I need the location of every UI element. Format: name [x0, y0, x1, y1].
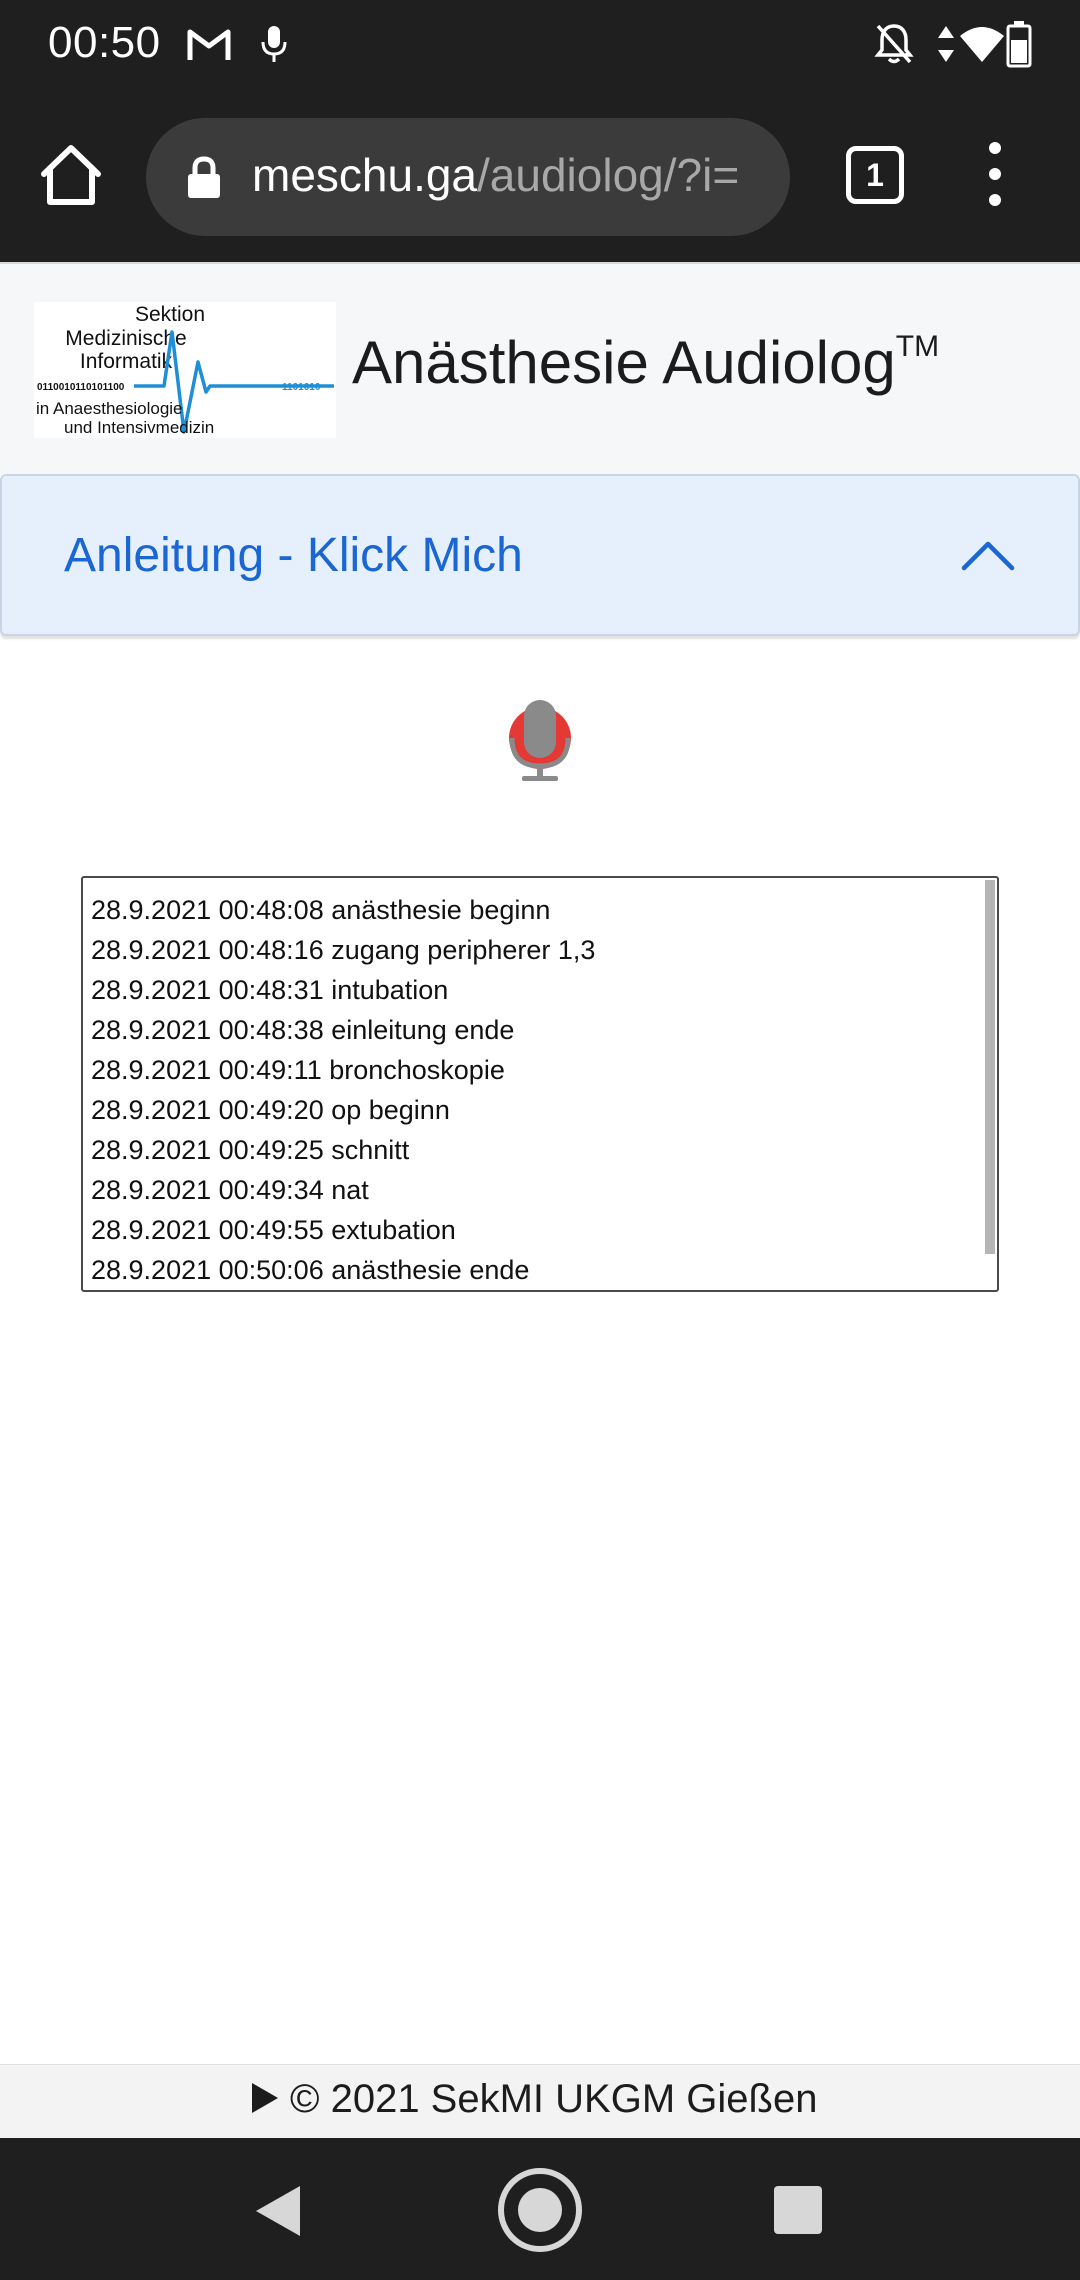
url-text: meschu.ga/audiolog/?i=: [252, 148, 739, 202]
log-entry: 28.9.2021 00:49:20 op beginn: [91, 1095, 450, 1125]
browser-toolbar: meschu.ga/audiolog/?i= 1: [0, 90, 1080, 262]
footer-summary[interactable]: © 2021 SekMI UKGM Gießen: [252, 2077, 817, 2122]
logo-line3: Informatik: [80, 350, 173, 373]
page-header: Sektion Medizinische Informatik 01100101…: [0, 262, 1080, 476]
tab-switcher-button[interactable]: 1: [846, 146, 904, 204]
trademark-mark: TM: [895, 330, 940, 363]
log-entry: 28.9.2021 00:48:08 anästhesie beginn: [91, 895, 551, 925]
log-entry: 28.9.2021 00:48:16 zugang peripherer 1,3: [91, 935, 596, 965]
battery-icon: [1006, 21, 1032, 68]
notifications-off-icon: [874, 24, 914, 64]
log-entry: 28.9.2021 00:50:06 anästhesie ende: [91, 1255, 530, 1285]
log-entry: 28.9.2021 00:48:31 intubation: [91, 975, 449, 1005]
log-entry: 28.9.2021 00:49:11 bronchoskopie: [91, 1055, 505, 1085]
disclosure-triangle-icon: [252, 2083, 278, 2114]
url-path: /audiolog/?i=: [477, 149, 740, 201]
back-icon[interactable]: [254, 2184, 302, 2238]
system-nav-bar: [0, 2138, 1080, 2280]
log-entry: 28.9.2021 00:49:34 nat: [91, 1175, 369, 1205]
instructions-accordion[interactable]: Anleitung - Klick Mich: [0, 474, 1080, 636]
logo-line4: in Anaesthesiologie: [36, 399, 183, 418]
gmail-icon: [187, 29, 231, 60]
logo-line1: Sektion: [135, 303, 205, 326]
audio-log-textarea[interactable]: 28.9.2021 00:48:08 anästhesie beginn 28.…: [81, 876, 999, 1292]
logo-binary-left: 0110010110101100: [37, 382, 125, 393]
status-bar: 00:50: [0, 0, 1080, 90]
more-options-icon[interactable]: [980, 142, 1010, 206]
accordion-label: Anleitung - Klick Mich: [64, 529, 523, 582]
page-title: Anästhesie AudiologTM: [352, 328, 939, 397]
chevron-up-icon: [961, 541, 1015, 571]
data-arrows-icon: [938, 26, 954, 62]
page-title-text: Anästhesie Audiolog: [352, 329, 896, 396]
log-scrollbar[interactable]: [985, 880, 995, 1254]
logo-line5: und Intensivmedizin: [64, 418, 214, 437]
url-domain: meschu.ga: [252, 149, 478, 201]
sekmi-logo: Sektion Medizinische Informatik 01100101…: [34, 302, 336, 438]
log-list: 28.9.2021 00:48:08 anästhesie beginn 28.…: [83, 878, 997, 1290]
home-nav-icon[interactable]: [496, 2166, 584, 2254]
log-entry: 28.9.2021 00:48:38 einleitung ende: [91, 1015, 515, 1045]
recents-icon[interactable]: [774, 2186, 822, 2234]
record-mic-button[interactable]: [506, 700, 574, 784]
address-bar[interactable]: meschu.ga/audiolog/?i=: [146, 118, 790, 236]
lock-icon: [188, 156, 220, 198]
home-icon[interactable]: [36, 140, 106, 210]
status-time: 00:50: [48, 18, 161, 67]
log-entry: 28.9.2021 00:49:25 schnitt: [91, 1135, 410, 1165]
wifi-icon: [960, 27, 1004, 62]
footer-text: © 2021 SekMI UKGM Gießen: [290, 2077, 818, 2121]
log-entry: 28.9.2021 00:49:55 extubation: [91, 1215, 456, 1245]
page-footer[interactable]: © 2021 SekMI UKGM Gießen: [0, 2064, 1080, 2138]
mic-icon: [261, 26, 287, 62]
